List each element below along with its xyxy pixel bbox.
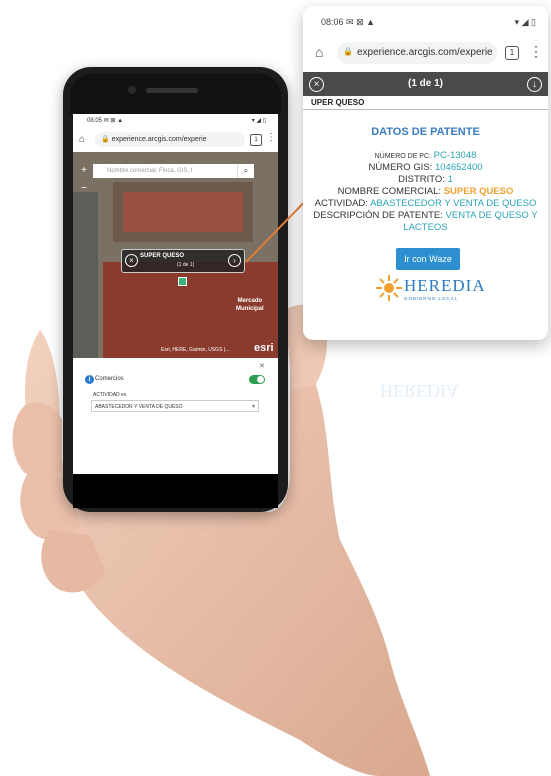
- search-icon[interactable]: ⌕: [237, 164, 254, 178]
- card-status-icons: ▾ ◢ ▯: [514, 17, 536, 27]
- map-popup[interactable]: × SUPER QUESO (1 de 1) ›: [121, 249, 245, 273]
- next-icon[interactable]: ›: [228, 254, 241, 267]
- card-status-time: 08:06 ✉ ⊠ ▲: [321, 17, 376, 27]
- home-icon[interactable]: ⌂: [315, 44, 323, 60]
- patent-title: DATOS DE PATENTE: [371, 126, 480, 138]
- phone-status-icons: ▾ ◢ ▯: [251, 118, 266, 124]
- layer-name: Comercios: [95, 376, 124, 382]
- phone-address-field[interactable]: 🔒 experience.arcgis.com/experie: [95, 132, 245, 147]
- lock-icon: 🔒: [343, 47, 353, 56]
- close-icon[interactable]: ×: [309, 77, 324, 92]
- descripcion-row: DESCRIPCIÓN DE PATENTE: VENTA DE QUESO Y…: [313, 210, 538, 233]
- tabs-icon[interactable]: 1: [505, 46, 519, 60]
- phone-status-time: 08:05 ✉ ⊠ ▲: [87, 118, 124, 124]
- map-label: Mercado Municipal: [236, 298, 264, 312]
- map-view[interactable]: + − Nombre comercial, Finca, GIS, I ⌕ × S…: [73, 152, 278, 358]
- heredia-logo-subtitle: GOBIERNO LOCAL: [404, 296, 459, 301]
- divider: [303, 109, 548, 110]
- popup-count: (1 de 1): [177, 262, 195, 268]
- phone-top-bezel: [70, 74, 281, 114]
- close-icon[interactable]: ×: [125, 254, 138, 267]
- next-icon[interactable]: ↓: [527, 77, 542, 92]
- zoom-controls[interactable]: + −: [77, 162, 91, 198]
- popup-header: (1 de 1) × ↓: [303, 72, 548, 96]
- filter-label: ACTIVIDAD es: [93, 392, 127, 398]
- nombre-row: NOMBRE COMERCIAL: SUPER QUESO: [337, 186, 514, 197]
- heredia-logo: HEREDIA: [404, 276, 486, 295]
- popup-count: (1 de 1): [407, 78, 443, 89]
- logo-reflection: HEREDIA: [380, 381, 459, 401]
- layer-toggle[interactable]: [249, 375, 265, 384]
- menu-icon[interactable]: ⋮: [529, 43, 543, 60]
- feature-marker[interactable]: [178, 277, 187, 286]
- gis-row: NÚMERO GIS: 104652400: [368, 162, 483, 173]
- map-search-input[interactable]: Nombre comercial, Finca, GIS, I: [93, 164, 253, 178]
- phone-status-bar: 08:05 ✉ ⊠ ▲ ▾ ◢ ▯: [73, 114, 278, 126]
- close-panel-icon[interactable]: ✕: [259, 362, 265, 370]
- card-address-field[interactable]: experience.arcgis.com/experie: [337, 42, 497, 64]
- tabs-icon[interactable]: 1: [250, 134, 262, 146]
- zoomed-popup-card: 08:06 ✉ ⊠ ▲ ▾ ◢ ▯ ⌂ experience.arcgis.co…: [303, 6, 548, 340]
- distrito-row: DISTRITO: 1: [398, 174, 453, 185]
- actividad-row: ACTIVIDAD: ABASTECEDOR Y VENTA DE QUESO: [314, 198, 537, 209]
- card-status-bar: 08:06 ✉ ⊠ ▲ ▾ ◢ ▯: [303, 6, 548, 34]
- activity-select[interactable]: ABASTECEDOR Y VENTA DE QUESO ▾: [91, 400, 259, 412]
- heredia-sun-icon: [376, 275, 402, 301]
- map-attribution: Esri, HERE, Garmin, USGS |...: [161, 347, 230, 353]
- chevron-down-icon: ▾: [251, 404, 255, 410]
- feature-name: UPER QUESO: [311, 98, 365, 107]
- filter-panel: ✕ i Comercios ACTIVIDAD es ABASTECEDOR Y…: [73, 358, 278, 474]
- menu-icon[interactable]: ⋮: [266, 132, 276, 143]
- esri-logo: esri: [254, 342, 274, 354]
- popup-title: SUPER QUESO: [140, 253, 185, 259]
- phone-bottom-bezel: [73, 474, 278, 508]
- phone-camera: [128, 86, 136, 94]
- phone-url-bar: ⌂ 🔒 experience.arcgis.com/experie 1 ⋮: [73, 128, 278, 153]
- phone-screen: 08:05 ✉ ⊠ ▲ ▾ ◢ ▯ ⌂ 🔒 experience.arcgis.…: [73, 114, 278, 474]
- layer-row: i Comercios: [77, 374, 274, 386]
- home-icon[interactable]: ⌂: [79, 134, 85, 145]
- waze-button[interactable]: Ir con Waze: [396, 248, 460, 270]
- card-url-bar: ⌂ experience.arcgis.com/experie 🔒 1 ⋮: [303, 38, 548, 68]
- info-icon[interactable]: i: [85, 375, 94, 384]
- phone-speaker: [146, 88, 198, 93]
